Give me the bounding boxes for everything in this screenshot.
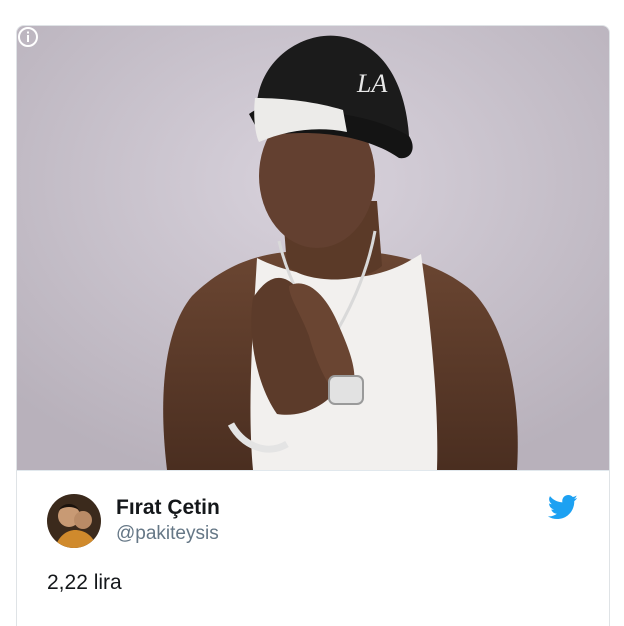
tweet-photo[interactable]: LA — [17, 26, 609, 470]
photo-illustration: LA — [17, 26, 609, 470]
author-name[interactable]: Fırat Çetin — [116, 496, 220, 520]
cap-logo: LA — [356, 69, 387, 98]
avatar[interactable] — [47, 494, 101, 548]
twitter-bird-icon[interactable] — [548, 495, 578, 520]
author-handle[interactable]: @pakiteysis — [116, 523, 219, 545]
tweet-card[interactable]: LA Fırat Çetin @pakiteysis 2,22 lira — [16, 25, 610, 626]
media-divider — [17, 470, 609, 471]
user-avatar — [47, 494, 101, 548]
tweet-text: 2,22 lira — [47, 571, 122, 594]
info-icon[interactable] — [17, 26, 39, 48]
